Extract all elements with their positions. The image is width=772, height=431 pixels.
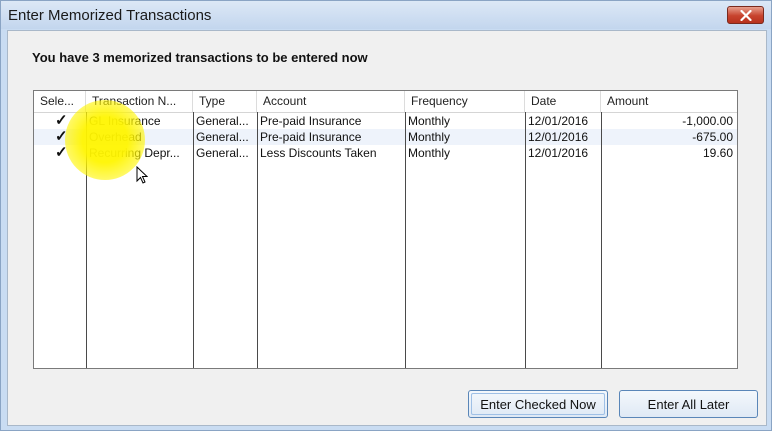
table-row[interactable]: ✓ GL Insurance General... Pre-paid Insur… [34, 113, 737, 129]
cell-account: Pre-paid Insurance [260, 130, 362, 144]
table-row[interactable]: ✓ Recurring Depr... General... Less Disc… [34, 145, 737, 161]
cell-transaction-name: Recurring Depr... [89, 146, 180, 160]
cell-transaction-name: Overhead [89, 130, 142, 144]
cell-account: Pre-paid Insurance [260, 114, 362, 128]
cell-frequency: Monthly [408, 114, 451, 128]
checkmark-icon[interactable]: ✓ [52, 129, 82, 145]
cell-type: General... [196, 146, 249, 160]
cell-account: Less Discounts Taken [260, 146, 377, 160]
close-button[interactable] [727, 6, 764, 24]
column-header-transaction-name[interactable]: Transaction N... [86, 91, 193, 112]
column-divider [86, 112, 87, 368]
cell-type: General... [196, 130, 249, 144]
title-bar[interactable]: Enter Memorized Transactions [1, 1, 771, 29]
cell-frequency: Monthly [408, 146, 451, 160]
column-divider [257, 112, 258, 368]
cell-date: 12/01/2016 [528, 146, 589, 160]
column-header-frequency[interactable]: Frequency [405, 91, 525, 112]
cell-date: 12/01/2016 [528, 114, 589, 128]
column-header-date[interactable]: Date [525, 91, 601, 112]
checkmark-icon[interactable]: ✓ [52, 113, 82, 129]
transactions-list[interactable]: Sele... Transaction N... Type Account Fr… [33, 90, 738, 369]
dialog-body: You have 3 memorized transactions to be … [7, 30, 767, 426]
column-header-select[interactable]: Sele... [34, 91, 86, 112]
cell-amount: -1,000.00 [682, 114, 733, 128]
checkmark-icon[interactable]: ✓ [52, 145, 82, 161]
window-title: Enter Memorized Transactions [8, 7, 212, 24]
column-header-amount[interactable]: Amount [601, 91, 737, 112]
cell-amount: 19.60 [702, 146, 733, 160]
column-divider [601, 112, 602, 368]
cell-transaction-name: GL Insurance [89, 114, 161, 128]
enter-all-later-button[interactable]: Enter All Later [619, 390, 758, 418]
column-header-account[interactable]: Account [257, 91, 405, 112]
memorized-message: You have 3 memorized transactions to be … [32, 50, 368, 65]
column-header-type[interactable]: Type [193, 91, 257, 112]
cell-frequency: Monthly [408, 130, 451, 144]
column-divider [193, 112, 194, 368]
cell-amount: -675.00 [692, 130, 733, 144]
table-row[interactable]: ✓ Overhead General... Pre-paid Insurance… [34, 129, 737, 145]
column-divider [525, 112, 526, 368]
cell-type: General... [196, 114, 249, 128]
enter-checked-now-button[interactable]: Enter Checked Now [468, 390, 608, 418]
list-header: Sele... Transaction N... Type Account Fr… [34, 91, 737, 113]
column-divider [405, 112, 406, 368]
memorized-transactions-dialog: Enter Memorized Transactions You have 3 … [0, 0, 772, 431]
cell-date: 12/01/2016 [528, 130, 589, 144]
close-icon [740, 10, 752, 21]
